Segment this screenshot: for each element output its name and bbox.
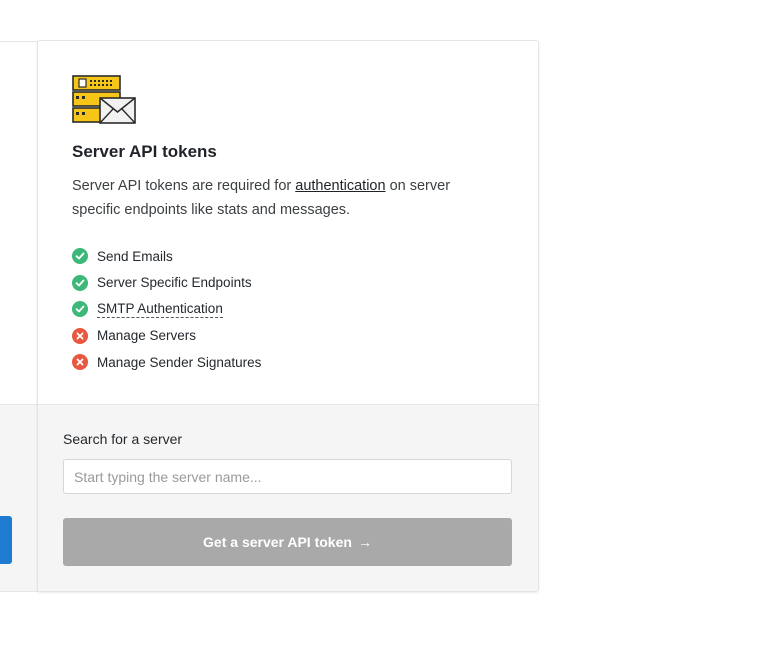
feature-label: Manage Sender Signatures bbox=[97, 354, 262, 370]
feature-label: Send Emails bbox=[97, 248, 173, 264]
desc-text-before: Server API tokens are required for bbox=[72, 178, 296, 194]
server-mail-icon bbox=[72, 75, 136, 125]
server-search-input[interactable] bbox=[63, 459, 512, 494]
feature-smtp-auth: SMTP Authentication bbox=[72, 296, 261, 323]
feature-manage-servers: Manage Servers bbox=[72, 323, 261, 350]
feature-server-endpoints: Server Specific Endpoints bbox=[72, 270, 261, 297]
feature-label: Manage Servers bbox=[97, 328, 197, 344]
check-icon bbox=[72, 274, 88, 291]
server-api-tokens-panel: Server API tokens Server API tokens are … bbox=[37, 40, 539, 592]
authentication-link[interactable]: authentication bbox=[295, 178, 385, 194]
button-label: Get a server API token bbox=[203, 534, 352, 550]
arrow-right-icon: → bbox=[357, 534, 372, 550]
feature-send-emails: Send Emails bbox=[72, 243, 261, 270]
check-icon bbox=[72, 248, 88, 265]
smtp-authentication-tooltip-trigger[interactable]: SMTP Authentication bbox=[97, 301, 223, 318]
search-label: Search for a server bbox=[63, 431, 183, 447]
left-card-top bbox=[0, 41, 38, 406]
panel-info: Server API tokens Server API tokens are … bbox=[38, 41, 538, 404]
left-card-button[interactable] bbox=[0, 516, 12, 564]
feature-list: Send Emails Server Specific Endpoints SM… bbox=[72, 243, 261, 376]
feature-manage-signatures: Manage Sender Signatures bbox=[72, 349, 261, 376]
x-icon bbox=[72, 327, 88, 344]
get-server-token-button[interactable]: Get a server API token → bbox=[63, 518, 512, 566]
panel-footer: Search for a server Get a server API tok… bbox=[38, 404, 538, 591]
panel-description: Server API tokens are required for authe… bbox=[72, 174, 492, 222]
feature-label: Server Specific Endpoints bbox=[97, 275, 252, 291]
check-icon bbox=[72, 301, 88, 318]
x-icon bbox=[72, 354, 88, 371]
panel-title: Server API tokens bbox=[72, 142, 217, 161]
